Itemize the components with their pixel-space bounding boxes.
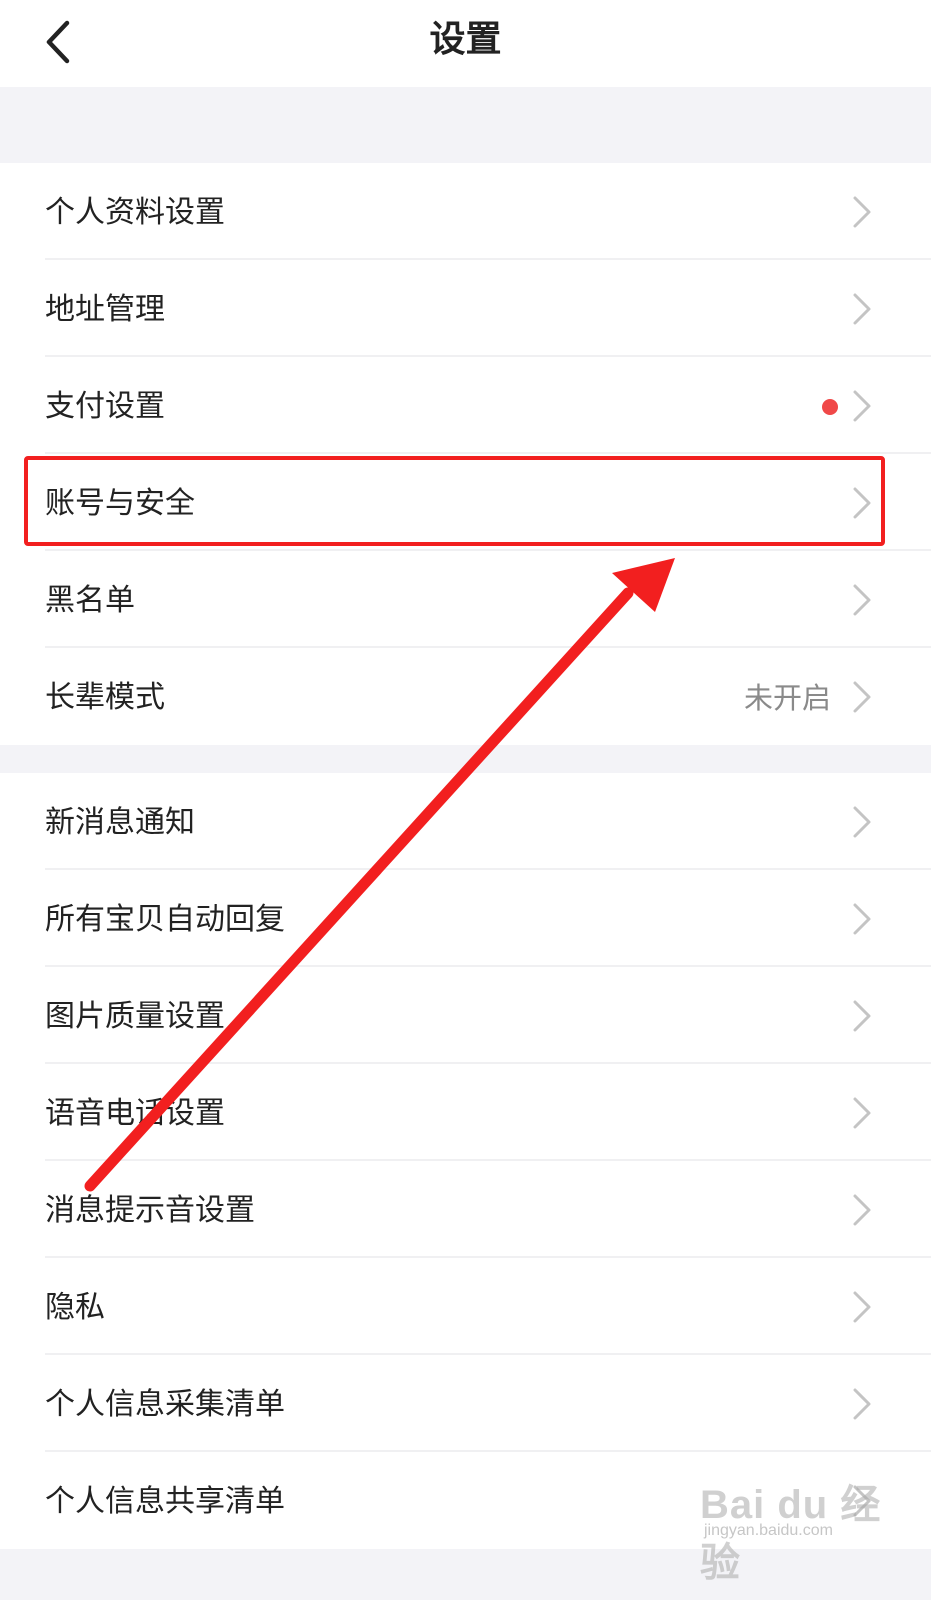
row-label: 语音电话设置 [45,1096,225,1131]
row-label: 图片质量设置 [45,999,225,1034]
page-title: 设置 [429,19,502,60]
chevron-right-icon [853,487,871,519]
settings-row-image-quality[interactable]: 图片质量设置 [0,967,931,1064]
chevron-right-icon [853,1291,871,1323]
row-label: 个人信息共享清单 [45,1484,285,1519]
settings-row-voice-call[interactable]: 语音电话设置 [0,1064,931,1161]
settings-row-payment[interactable]: 支付设置 [0,357,931,454]
settings-group-messages: 新消息通知 所有宝贝自动回复 图片质量设置 语音电话设置 消息提示音设置 隐私 … [0,773,931,1549]
row-label: 黑名单 [45,583,135,618]
settings-row-info-collection[interactable]: 个人信息采集清单 [0,1355,931,1452]
chevron-right-icon [853,390,871,422]
chevron-right-icon [853,1388,871,1420]
settings-row-elder-mode[interactable]: 长辈模式 未开启 [0,648,931,745]
chevron-right-icon [853,293,871,325]
chevron-right-icon [853,1000,871,1032]
header-bar: 设置 [0,0,931,87]
settings-row-auto-reply[interactable]: 所有宝贝自动回复 [0,870,931,967]
settings-group-account: 个人资料设置 地址管理 支付设置 账号与安全 黑名单 长辈模式 未开启 [0,163,931,745]
chevron-right-icon [853,584,871,616]
settings-row-info-sharing[interactable]: 个人信息共享清单 [0,1452,931,1549]
chevron-right-icon [853,1097,871,1129]
settings-row-blacklist[interactable]: 黑名单 [0,551,931,648]
row-label: 长辈模式 [45,680,165,715]
chevron-right-icon [853,1485,871,1517]
row-label: 支付设置 [45,389,165,424]
elder-mode-status: 未开启 [743,681,831,715]
row-label: 个人资料设置 [45,195,225,230]
row-label: 账号与安全 [45,486,195,521]
chevron-right-icon [853,196,871,228]
settings-row-message-sound[interactable]: 消息提示音设置 [0,1161,931,1258]
row-label: 个人信息采集清单 [45,1387,285,1422]
row-label: 所有宝贝自动回复 [45,902,285,937]
row-label: 消息提示音设置 [45,1193,255,1228]
row-label: 隐私 [45,1290,105,1325]
row-label: 新消息通知 [45,805,195,840]
chevron-right-icon [853,903,871,935]
settings-row-new-message-notify[interactable]: 新消息通知 [0,773,931,870]
chevron-right-icon [853,681,871,713]
settings-row-address[interactable]: 地址管理 [0,260,931,357]
settings-row-account-security[interactable]: 账号与安全 [0,454,931,551]
notification-dot [822,399,838,415]
settings-row-privacy[interactable]: 隐私 [0,1258,931,1355]
chevron-right-icon [853,1194,871,1226]
row-label: 地址管理 [45,292,165,327]
settings-row-profile[interactable]: 个人资料设置 [0,163,931,260]
chevron-right-icon [853,806,871,838]
